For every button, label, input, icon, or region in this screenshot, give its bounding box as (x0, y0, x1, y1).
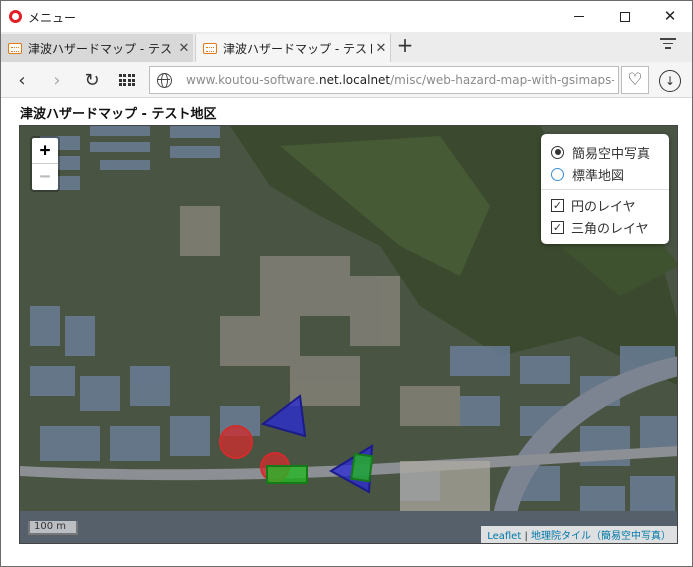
overlay-label: 円のレイヤ (571, 199, 636, 215)
reload-button[interactable]: ↻ (78, 66, 106, 94)
overlay-label: 三角のレイヤ (571, 221, 649, 237)
browser-window: メニュー ✕ 津波ハザードマップ - テスト地区 ✕ 津波ハザードマップ - テ… (0, 0, 693, 567)
url-prefix: www.koutou-software. (186, 73, 319, 87)
globe-icon (157, 73, 172, 88)
speed-dial-button[interactable] (113, 66, 141, 94)
grid-icon (119, 74, 135, 86)
radio-selected-icon[interactable] (551, 145, 564, 159)
minimize-button[interactable] (556, 1, 602, 32)
layer-separator (541, 189, 669, 190)
leaflet-link[interactable]: Leaflet (487, 531, 521, 542)
navigation-toolbar: ‹ › ↻ www.koutou-software.net.localnet/m… (1, 62, 692, 98)
map-attribution: Leaflet | 地理院タイル（簡易空中写真） (481, 526, 677, 543)
close-icon: ✕ (663, 7, 677, 25)
url-text[interactable]: www.koutou-software.net.localnet/misc/we… (186, 73, 614, 87)
layer-control: 簡易空中写真 標準地図 ✓ 円のレイヤ ✓ 三角のレイヤ (541, 134, 669, 244)
menu-label[interactable]: メニュー (28, 9, 76, 26)
url-path: /misc/web-hazard-map-with-gsimaps-a (390, 73, 614, 87)
base-layer-option[interactable]: 簡易空中写真 (551, 141, 659, 163)
base-layer-label: 標準地図 (572, 168, 625, 184)
tab-1[interactable]: 津波ハザードマップ - テスト地区 ✕ (1, 34, 193, 62)
rectangle-marker[interactable] (350, 452, 374, 483)
reload-icon: ↻ (84, 69, 100, 91)
title-bar: メニュー ✕ (1, 1, 692, 32)
zoom-out-button[interactable]: − (32, 164, 58, 190)
overlay-option[interactable]: ✓ 円のレイヤ (551, 194, 659, 216)
minimize-icon (574, 16, 584, 17)
rectangle-marker[interactable] (266, 465, 308, 484)
maximize-icon (620, 11, 630, 22)
new-tab-button[interactable]: + (395, 34, 415, 58)
tab-close-button[interactable]: ✕ (175, 41, 193, 56)
chevron-left-icon: ‹ (18, 69, 26, 91)
back-button[interactable]: ‹ (8, 66, 36, 94)
zoom-control: + − (30, 136, 60, 192)
bookmark-heart-button[interactable]: ♡ (621, 66, 649, 94)
address-bar[interactable]: www.koutou-software.net.localnet/misc/we… (149, 66, 619, 94)
tab-close-button[interactable]: ✕ (372, 41, 390, 56)
opera-logo-icon[interactable] (9, 10, 22, 23)
base-layer-option[interactable]: 標準地図 (551, 163, 659, 185)
triangle-marker[interactable] (260, 394, 307, 438)
downloads-button[interactable]: ↓ (659, 70, 681, 92)
scale-bar: 100 m (28, 521, 78, 535)
keyboard-favicon-icon (203, 42, 217, 54)
keyboard-favicon-icon (8, 42, 22, 54)
url-host: net.localnet (318, 73, 391, 87)
checkbox-checked-icon[interactable]: ✓ (551, 220, 564, 234)
overlay-option[interactable]: ✓ 三角のレイヤ (551, 216, 659, 238)
close-window-button[interactable]: ✕ (647, 1, 693, 32)
page-title: 津波ハザードマップ - テスト地区 (20, 107, 217, 122)
attribution-separator: | (521, 531, 531, 542)
zoom-in-button[interactable]: + (32, 138, 58, 164)
tab-title: 津波ハザードマップ - テスト地区 (223, 41, 372, 56)
hazard-map[interactable]: + − 簡易空中写真 標準地図 ✓ 円のレイヤ ✓ 三角のレイヤ 100 m L… (19, 125, 678, 544)
tab-strip: 津波ハザードマップ - テスト地区 ✕ 津波ハザードマップ - テスト地区 ✕ (1, 32, 692, 62)
download-arrow-icon: ↓ (664, 74, 676, 88)
maximize-button[interactable] (602, 1, 648, 32)
tab-title: 津波ハザードマップ - テスト地区 (28, 41, 175, 56)
circle-marker[interactable] (219, 425, 253, 459)
chevron-right-icon: › (53, 69, 61, 91)
radio-unselected-icon[interactable] (551, 167, 564, 181)
gsi-tiles-link[interactable]: 地理院タイル（簡易空中写真） (531, 531, 671, 542)
checkbox-checked-icon[interactable]: ✓ (551, 198, 564, 212)
heart-icon: ♡ (627, 70, 643, 90)
tab-2-active[interactable]: 津波ハザードマップ - テスト地区 ✕ (195, 34, 391, 62)
forward-button[interactable]: › (43, 66, 71, 94)
base-layer-label: 簡易空中写真 (572, 146, 651, 162)
tab-menu-icon[interactable] (660, 38, 676, 52)
